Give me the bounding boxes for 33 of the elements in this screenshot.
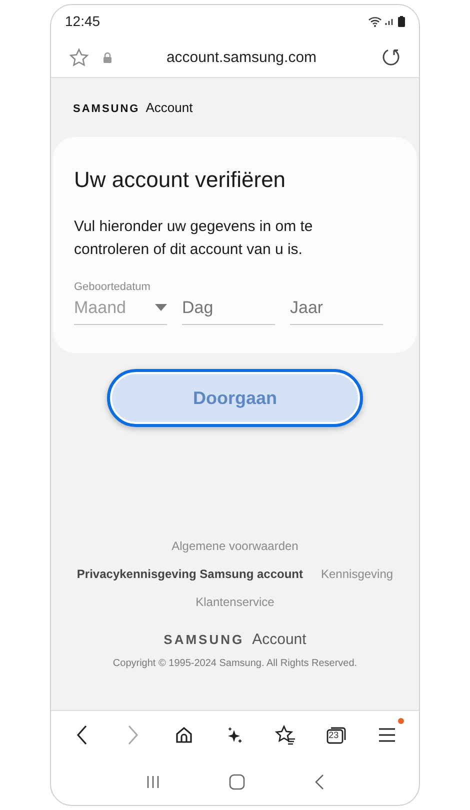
back-icon[interactable] [76,725,88,745]
input-field[interactable]: Jaar [290,295,383,325]
caret-icon [155,304,167,311]
tab-count: 23 [328,730,339,740]
tabs-icon[interactable] [326,725,348,745]
sparkle-icon[interactable] [226,726,244,744]
battery-icon [398,16,405,26]
footer-link[interactable]: Klantenservice [196,595,274,609]
home-button-icon[interactable] [228,774,245,790]
lock-icon [103,52,112,62]
status-time: 12:45 [65,13,100,29]
reload-icon[interactable] [381,47,401,67]
field-label: Geboortedatum [74,281,152,293]
signal-icon [385,16,395,26]
footer-link[interactable]: Privacykennisgeving Samsung account [76,567,303,581]
brand-product: Account [146,100,193,115]
card-title: Uw account verifiëren [74,167,287,193]
wifi-icon [368,16,382,26]
bookmark-list-icon[interactable] [274,725,297,745]
home-icon[interactable] [175,726,194,744]
copyright-text: Copyright © 1995-2024 Samsung. All Rights Reserved. [112,658,358,669]
footer-logo: SAMSUNG [164,632,244,647]
footer-link[interactable]: Algemene voorwaarden [172,539,298,553]
card-description: Vul hieronder uw gegevens in om te controleren of dit account van u is. [74,217,314,260]
menu-icon[interactable] [378,727,396,743]
url-text[interactable]: account.samsung.com [126,48,357,66]
footer-link[interactable]: Kennisgeving [321,567,394,581]
recents-icon[interactable] [146,775,160,789]
input-field[interactable]: Dag [182,295,275,325]
star-icon[interactable] [69,48,89,66]
footer-product: Account [252,631,306,648]
month-dropdown[interactable]: Maand [74,295,167,325]
brand-logo: SAMSUNG [73,103,140,115]
